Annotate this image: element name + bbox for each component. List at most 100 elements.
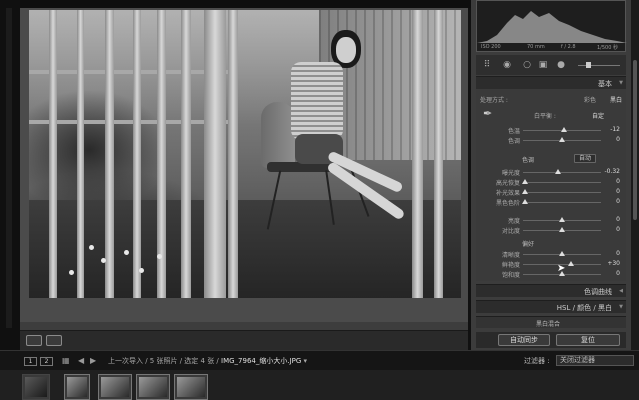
slider-value-clarity[interactable]: 0 xyxy=(616,250,620,257)
scrollbar-thumb[interactable] xyxy=(633,60,637,220)
slider-knob-brightness[interactable] xyxy=(559,217,565,222)
aperture-readout: f / 2.8 xyxy=(561,44,576,50)
slider-value-tint[interactable]: 0 xyxy=(616,136,620,143)
fence-pole xyxy=(434,10,443,298)
collapse-arrow-icon: ▼ xyxy=(619,80,623,86)
auto-sync-button[interactable]: 自动同步 xyxy=(498,334,550,346)
tool-strip: ⠿ ◉ ○ ▣ ● xyxy=(476,55,626,75)
bw-tab[interactable]: 黑白 xyxy=(598,304,612,312)
fence-pole xyxy=(105,10,114,298)
slider-track-fill[interactable] xyxy=(523,192,601,193)
loupe-view-button[interactable] xyxy=(26,335,42,346)
fence-rail xyxy=(29,120,229,124)
wb-label: 白平衡 : xyxy=(534,113,556,120)
color-tab[interactable]: 颜色 xyxy=(577,304,591,312)
slider-value-exposure[interactable]: -0.32 xyxy=(604,168,620,175)
fence-pole xyxy=(228,10,238,298)
slider-label-tint: 色调 xyxy=(508,138,521,145)
page-2-button[interactable]: 2 xyxy=(40,357,53,366)
slider-value-brightness[interactable]: 0 xyxy=(616,216,620,223)
slider-value-vibrance[interactable]: +30 xyxy=(607,260,620,267)
slider-row-contrast: 对比度 0 xyxy=(476,225,626,235)
hsl-tab[interactable]: HSL xyxy=(557,304,571,312)
fence-pole xyxy=(412,10,423,298)
main-photo[interactable] xyxy=(29,10,461,298)
slider-value-highlights[interactable]: 0 xyxy=(616,178,620,185)
slider-knob-vibrance[interactable] xyxy=(568,261,575,266)
reset-button[interactable]: 复位 xyxy=(556,334,620,346)
person-face xyxy=(336,37,356,63)
slider-track-blacks[interactable] xyxy=(523,202,601,203)
filter-select[interactable]: 关闭过滤器 xyxy=(556,355,634,366)
forward-arrow-icon[interactable]: ▶ xyxy=(90,356,96,365)
filmstrip-thumbnail[interactable] xyxy=(98,374,132,400)
filmstrip-thumbnail[interactable] xyxy=(22,374,50,400)
filmstrip-source-info[interactable]: 上一次导入 / 5 张照片 / 选定 4 张 / IMG_7964_缩小大小.J… xyxy=(108,356,307,366)
slider-value-contrast[interactable]: 0 xyxy=(616,226,620,233)
slider-knob-highlights[interactable] xyxy=(521,179,528,184)
page-1-button[interactable]: 1 xyxy=(24,357,37,366)
slider-row-exposure: 曝光度 -0.32 xyxy=(476,167,626,177)
slider-row-highlights: 高光恢复 0 xyxy=(476,177,626,187)
filmstrip-thumbnail[interactable] xyxy=(64,374,90,400)
white-balance-eyedropper-icon[interactable]: ✒ xyxy=(483,107,492,120)
auto-tone-button[interactable]: 自动 xyxy=(574,154,596,163)
slider-label-saturation: 饱和度 xyxy=(502,272,521,279)
hsl-separator: / xyxy=(572,304,575,312)
slider-knob-temp[interactable] xyxy=(561,127,568,132)
filename-dropdown-icon[interactable]: ▾ xyxy=(304,357,308,365)
mouse-cursor-icon: ➤ xyxy=(557,263,566,274)
slider-row-fill: 补光效果 0 xyxy=(476,187,626,197)
slider-value-blacks[interactable]: 0 xyxy=(616,198,620,205)
crop-icon[interactable]: ⠿ xyxy=(482,60,492,70)
slider-label-highlights: 高光恢复 xyxy=(496,180,521,187)
view-toolbar xyxy=(20,330,468,350)
graduated-filter-icon[interactable]: ▣ xyxy=(538,60,548,70)
flower xyxy=(157,254,162,259)
basic-panel-body: 处理方式 : 彩色 黑白 ✒ 白平衡 : 自定 色温 -12 色调 0 曝光度 -0.32… xyxy=(476,89,626,281)
treatment-bw-option[interactable]: 黑白 xyxy=(610,95,622,104)
slider-row-saturation: 饱和度 0 xyxy=(476,269,626,279)
adjustment-brush-icon[interactable]: ● xyxy=(556,60,566,70)
tone-curve-title: 色调曲线 xyxy=(584,288,612,296)
slider-track-highlights[interactable] xyxy=(523,182,601,183)
slider-label-fill: 补光效果 xyxy=(496,190,521,197)
spot-removal-icon[interactable]: ◉ xyxy=(502,60,512,70)
hsl-header[interactable]: HSL / 颜色 / 黑白 ▼ xyxy=(476,300,626,313)
filmstrip-thumbnail[interactable] xyxy=(136,374,170,400)
slider-label-contrast: 对比度 xyxy=(502,228,521,235)
red-eye-icon[interactable]: ○ xyxy=(522,60,532,70)
slider-knob-contrast[interactable] xyxy=(559,227,565,232)
slider-label-temp: 色温 xyxy=(508,128,521,135)
slider-knob-clarity[interactable] xyxy=(559,251,565,256)
treatment-color-option[interactable]: 彩色 xyxy=(584,95,596,104)
slider-track-exposure[interactable] xyxy=(523,172,601,173)
basic-panel-header[interactable]: 基本 ▼ xyxy=(476,76,626,89)
filmstrip-thumbnails xyxy=(0,370,639,400)
right-panel-scrollbar[interactable] xyxy=(631,0,639,350)
fence-pole xyxy=(204,10,226,298)
left-panel-collapsed[interactable] xyxy=(0,0,20,350)
fence-pole xyxy=(133,10,141,298)
bw-mix-row[interactable]: 黑白混合 xyxy=(476,316,626,328)
wb-select[interactable]: 自定 xyxy=(592,111,604,120)
tool-amount-slider[interactable] xyxy=(578,62,620,68)
slider-knob-tint[interactable] xyxy=(559,137,565,142)
slider-knob-exposure[interactable] xyxy=(555,169,562,174)
slider-value-temp[interactable]: -12 xyxy=(610,126,620,133)
collapse-arrow-icon: ▼ xyxy=(619,304,623,310)
slider-value-fill[interactable]: 0 xyxy=(616,188,620,195)
fence-pole xyxy=(49,10,57,298)
slider-knob-blacks[interactable] xyxy=(521,199,528,204)
grid-icon[interactable]: ▦ xyxy=(62,356,70,365)
left-panel-handle[interactable] xyxy=(6,8,12,328)
slider-knob-fill[interactable] xyxy=(521,189,528,194)
photo-workspace[interactable] xyxy=(20,8,468,330)
compare-view-button[interactable] xyxy=(46,335,62,346)
histogram[interactable]: ISO 200 70 mm f / 2.8 1/500 秒 xyxy=(476,0,627,52)
tone-curve-header[interactable]: 色调曲线 ◀ xyxy=(476,284,626,297)
filmstrip-thumbnail[interactable] xyxy=(174,374,208,400)
filmstrip-source-text: 上一次导入 / 5 张照片 / 选定 4 张 / xyxy=(108,357,219,365)
back-arrow-icon[interactable]: ◀ xyxy=(78,356,84,365)
slider-value-saturation[interactable]: 0 xyxy=(616,270,620,277)
